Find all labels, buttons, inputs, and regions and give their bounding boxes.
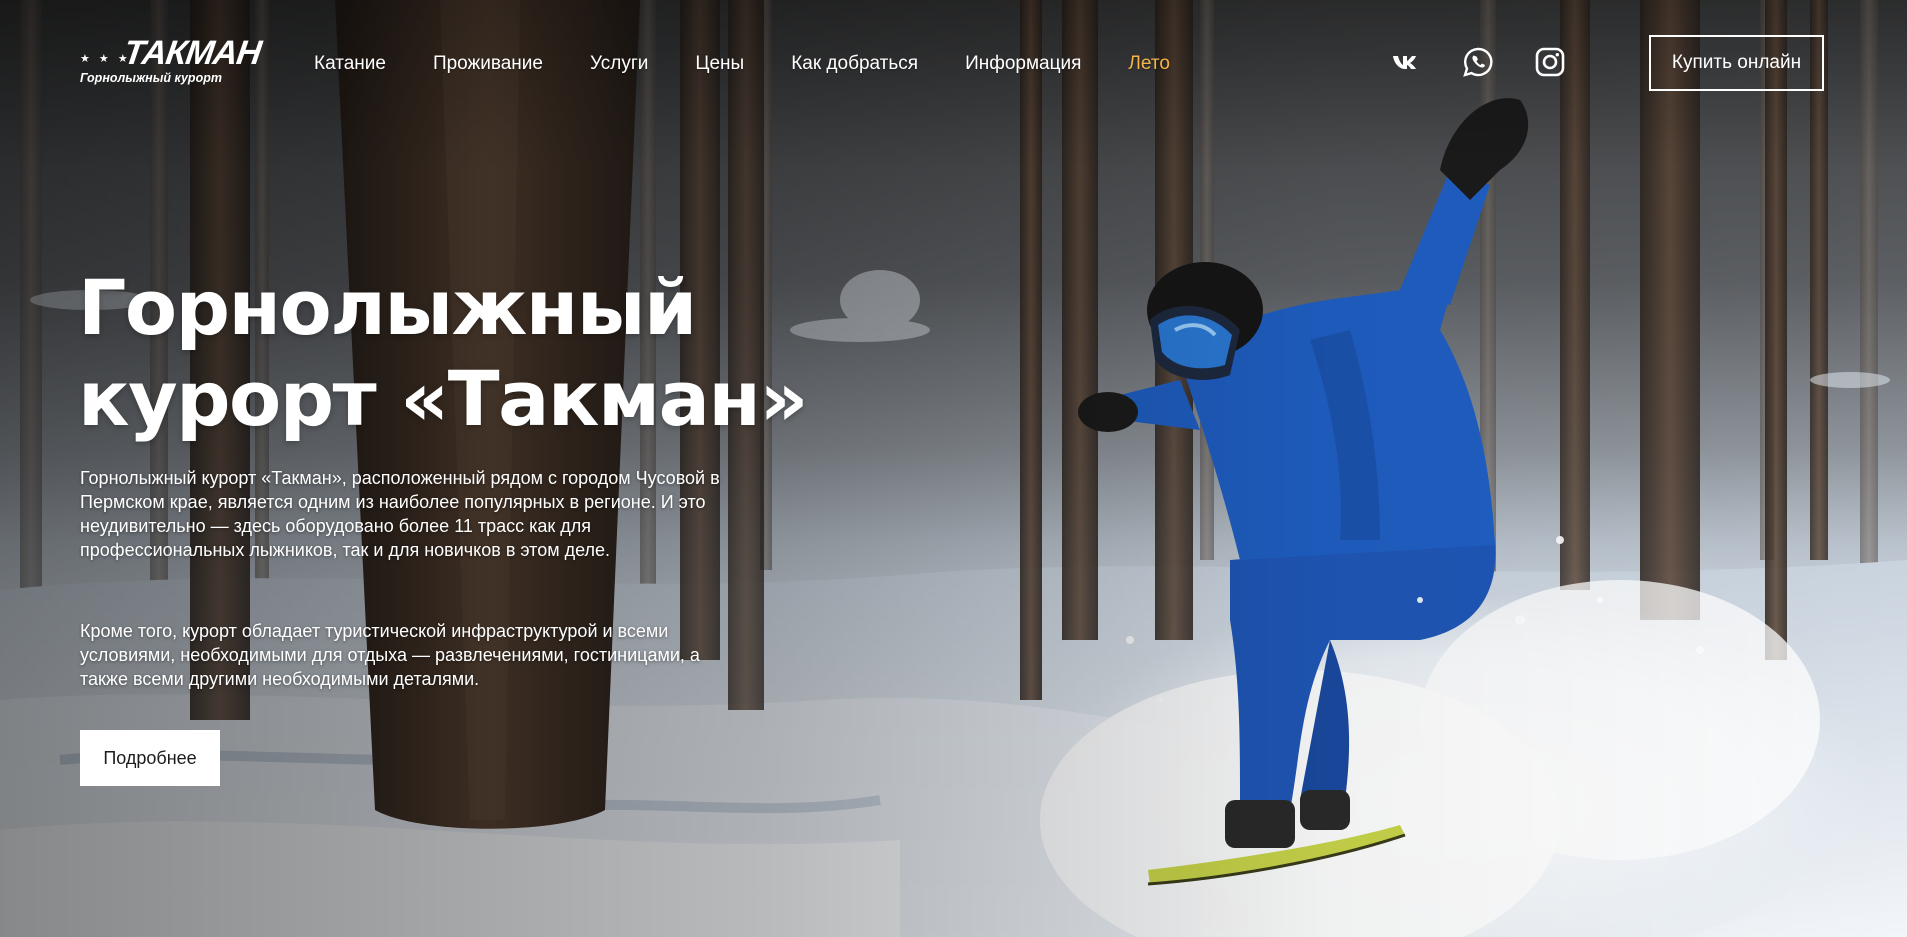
page-title: Горнолыжный курорт «Такман»: [78, 262, 878, 444]
nav-item-leto[interactable]: Лето: [1128, 52, 1169, 76]
nav-item-informatsiya[interactable]: Информация: [965, 52, 1081, 76]
nav-item-prozhivanie[interactable]: Проживание: [433, 52, 543, 76]
whatsapp-icon[interactable]: [1462, 46, 1494, 78]
nav-item-tseny[interactable]: Цены: [695, 52, 744, 76]
main-nav: Катание Проживание Услуги Цены Как добра…: [314, 52, 1170, 76]
more-button[interactable]: Подробнее: [80, 730, 220, 786]
vk-icon[interactable]: [1390, 46, 1422, 78]
buy-online-button[interactable]: Купить онлайн: [1649, 35, 1824, 91]
site-logo[interactable]: ★ ★ ★ ТАКМАН Горнолыжный курорт: [80, 34, 263, 88]
nav-item-katanie[interactable]: Катание: [314, 52, 386, 76]
logo-mark: ТАКМАН: [121, 34, 264, 72]
intro-paragraph-1: Горнолыжный курорт «Такман», расположенн…: [80, 468, 720, 560]
social-links: [1390, 46, 1566, 78]
intro-paragraph-2: Кроме того, курорт обладает туристическо…: [80, 621, 700, 689]
title-line-1: Горнолыжный: [78, 263, 697, 352]
nav-item-kak-dobratsya[interactable]: Как добраться: [791, 52, 918, 76]
title-line-2: курорт «Такман»: [78, 354, 808, 443]
site-header: ★ ★ ★ ТАКМАН Горнолыжный курорт Катание …: [0, 0, 1907, 125]
nav-item-uslugi[interactable]: Услуги: [590, 52, 648, 76]
logo-caption: Горнолыжный курорт: [80, 71, 222, 85]
instagram-icon[interactable]: [1534, 46, 1566, 78]
